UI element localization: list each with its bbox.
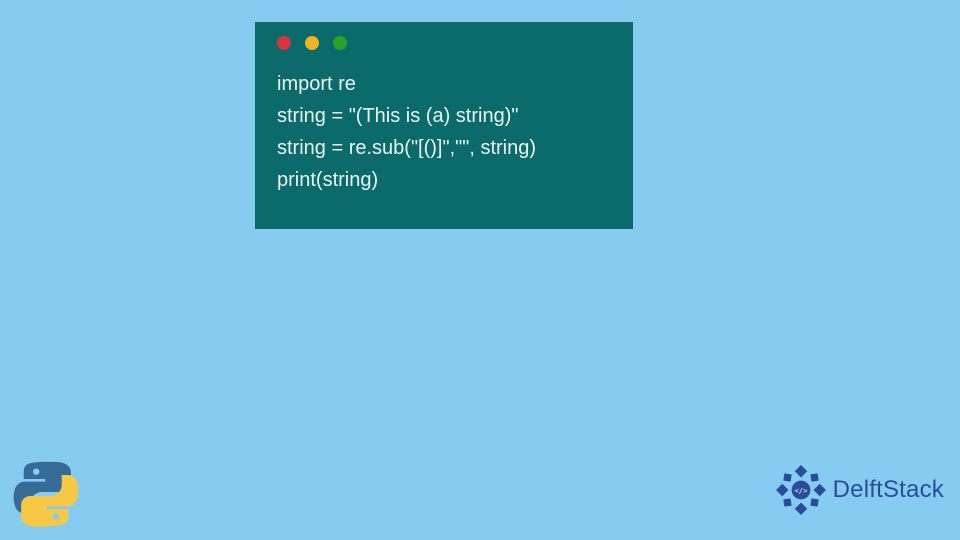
- code-window: import re string = "(This is (a) string)…: [255, 22, 633, 229]
- python-icon: [10, 458, 82, 530]
- delftstack-logo: </> DelftStack: [775, 464, 944, 516]
- code-block: import re string = "(This is (a) string)…: [255, 68, 633, 196]
- code-line: import re: [277, 68, 633, 100]
- code-line: print(string): [277, 164, 633, 196]
- canvas: import re string = "(This is (a) string)…: [0, 0, 960, 540]
- delftstack-icon: </>: [775, 464, 827, 516]
- delftstack-label: DelftStack: [833, 476, 944, 504]
- code-line: string = "(This is (a) string)": [277, 100, 633, 132]
- minimize-icon: [305, 36, 319, 50]
- close-icon: [277, 36, 291, 50]
- traffic-lights: [255, 36, 633, 50]
- code-line: string = re.sub("[()]","", string): [277, 132, 633, 164]
- svg-text:</>: </>: [794, 486, 808, 495]
- zoom-icon: [333, 36, 347, 50]
